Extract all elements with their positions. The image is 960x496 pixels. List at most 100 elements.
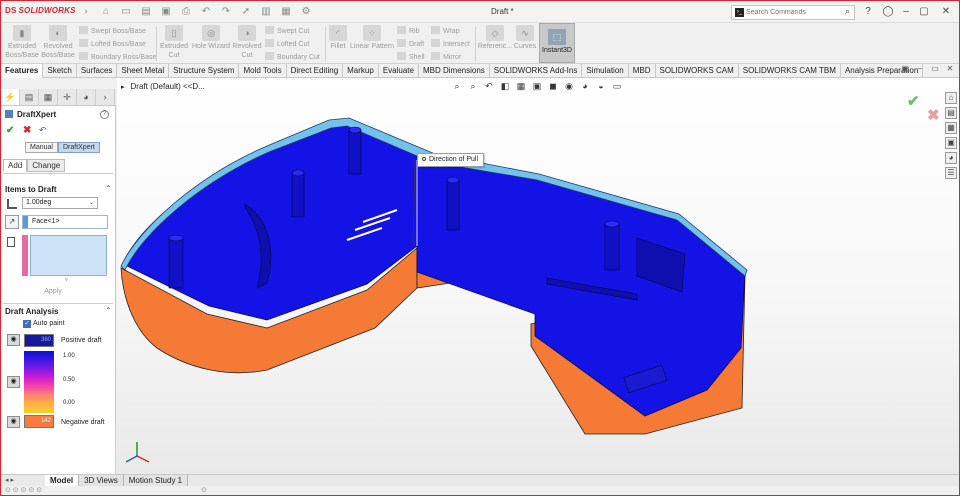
extruded-boss-button[interactable]: ▮ Extruded Boss/Base bbox=[5, 25, 39, 60]
tab-motion-study-1[interactable]: Motion Study 1 bbox=[123, 475, 189, 486]
minimize-icon[interactable]: – bbox=[899, 5, 913, 19]
view-palette-icon[interactable]: ▣ bbox=[945, 137, 957, 149]
options-gear-icon[interactable]: ⚙ bbox=[299, 5, 313, 18]
direction-of-pull-icon[interactable]: ↗ bbox=[5, 215, 19, 229]
display-style-icon[interactable]: ◼ bbox=[547, 81, 559, 92]
tab-structure-system[interactable]: Structure System bbox=[169, 64, 240, 78]
direction-of-pull-callout[interactable]: Direction of Pull bbox=[417, 153, 485, 167]
boundary-cut-button[interactable]: Boundary Cut bbox=[265, 52, 320, 61]
boundary-boss-button[interactable]: Boundary Boss/Base bbox=[79, 52, 156, 61]
feature-manager-tab-icon[interactable]: ⚡ bbox=[1, 89, 20, 105]
curves-button[interactable]: ∿ Curves bbox=[513, 25, 537, 51]
save-icon[interactable]: ▣ bbox=[159, 5, 173, 18]
positive-draft-eye-icon[interactable]: ◉ bbox=[7, 334, 20, 346]
search-input[interactable] bbox=[746, 7, 838, 18]
hide-show-items-icon[interactable]: ◉ bbox=[563, 81, 575, 92]
view-orientation-icon[interactable]: ▣ bbox=[531, 81, 543, 92]
intersect-button[interactable]: Intersect bbox=[431, 39, 470, 48]
tab-manual[interactable]: Manual bbox=[25, 142, 58, 153]
collapse-analysis-icon[interactable]: ⌃ bbox=[105, 306, 112, 315]
shell-button[interactable]: Shell bbox=[397, 52, 425, 61]
expand-tree-icon[interactable]: ▸ bbox=[121, 84, 125, 91]
display-manager-tab-icon[interactable]: ◕ bbox=[77, 89, 96, 105]
tab-3d-views[interactable]: 3D Views bbox=[79, 475, 124, 486]
help-icon[interactable]: ? bbox=[861, 5, 875, 19]
requires-draft-eye-icon[interactable]: ◉ bbox=[7, 376, 20, 388]
expand-arrow-icon[interactable]: › bbox=[79, 5, 93, 18]
draft-angle-select[interactable]: 1.00deg ⌄ bbox=[22, 197, 98, 209]
swept-boss-button[interactable]: Swept Boss/Base bbox=[79, 26, 146, 35]
tab-evaluate[interactable]: Evaluate bbox=[379, 64, 419, 78]
close-icon[interactable]: ✕ bbox=[939, 5, 953, 19]
draft-analysis-model[interactable] bbox=[117, 78, 959, 474]
tab-markup[interactable]: Markup bbox=[343, 64, 379, 78]
zoom-to-fit-icon[interactable]: ⌕ bbox=[451, 81, 463, 92]
wrap-button[interactable]: Wrap bbox=[431, 26, 460, 35]
new-document-icon[interactable]: ▭ bbox=[119, 5, 133, 18]
feature-tree-breadcrumb[interactable]: ▸ Draft (Default) <<D... bbox=[121, 82, 205, 91]
configuration-manager-tab-icon[interactable]: ▦ bbox=[39, 89, 58, 105]
dimxpert-manager-tab-icon[interactable]: ✛ bbox=[58, 89, 77, 105]
help-icon[interactable]: ? bbox=[100, 110, 109, 119]
swept-cut-button[interactable]: Swept Cut bbox=[265, 26, 309, 35]
graphics-viewport[interactable]: ▸ Draft (Default) <<D... ⌕ ⌕ ↶ ◧ ▦ ▣ ◼ ◉ … bbox=[117, 78, 959, 474]
auto-paint-checkbox[interactable]: ✓ bbox=[23, 320, 31, 328]
tab-sheet-metal[interactable]: Sheet Metal bbox=[117, 64, 170, 78]
file-properties-icon[interactable]: ▦ bbox=[279, 5, 293, 18]
tab-solidworks-cam[interactable]: SOLIDWORKS CAM bbox=[656, 64, 739, 78]
reference-geometry-button[interactable]: ◇ Referenc... bbox=[477, 25, 513, 51]
ok-checkmark-icon[interactable]: ✔ bbox=[6, 125, 14, 136]
negative-draft-swatch[interactable]: 142 bbox=[24, 415, 54, 428]
tab-draftxpert[interactable]: DraftXpert bbox=[57, 142, 100, 153]
instant3d-button[interactable]: ⬚ Instant3D bbox=[539, 23, 575, 63]
collapse-items-icon[interactable]: ⌃ bbox=[105, 184, 112, 193]
cancel-x-icon[interactable]: ✖ bbox=[23, 125, 31, 136]
negative-draft-eye-icon[interactable]: ◉ bbox=[7, 416, 20, 428]
revolved-cut-button[interactable]: ◑ Revolved Cut bbox=[231, 25, 263, 60]
tab-sketch[interactable]: Sketch bbox=[43, 64, 77, 78]
draft-button[interactable]: Draft bbox=[397, 39, 424, 48]
fillet-button[interactable]: ◜ Fillet bbox=[327, 25, 349, 51]
confirm-corner-ok-icon[interactable]: ✔ bbox=[907, 92, 920, 110]
tab-solidworks-add-ins[interactable]: SOLIDWORKS Add-Ins bbox=[490, 64, 583, 78]
positive-draft-swatch[interactable]: 380 bbox=[24, 334, 54, 347]
tab-change[interactable]: Change bbox=[27, 159, 66, 172]
home-icon[interactable]: ⌂ bbox=[99, 5, 113, 18]
neutral-plane-selection[interactable]: Face<1> bbox=[22, 215, 108, 229]
lofted-boss-button[interactable]: Lofted Boss/Base bbox=[79, 39, 146, 48]
tab-mbd-dimensions[interactable]: MBD Dimensions bbox=[419, 64, 490, 78]
file-explorer-icon[interactable]: ▦ bbox=[945, 122, 957, 134]
appearances-icon[interactable]: ◕ bbox=[945, 152, 957, 164]
property-manager-tab-icon[interactable]: ▤ bbox=[20, 89, 39, 105]
zoom-to-area-icon[interactable]: ⌕ bbox=[467, 81, 479, 92]
tab-mold-tools[interactable]: Mold Tools bbox=[239, 64, 287, 78]
design-library-icon[interactable]: ▤ bbox=[945, 107, 957, 119]
previous-view-icon[interactable]: ↶ bbox=[483, 81, 495, 92]
more-tabs-icon[interactable]: › bbox=[96, 89, 115, 105]
custom-properties-icon[interactable]: ☰ bbox=[945, 167, 957, 179]
doc-minimize-icon[interactable]: – bbox=[915, 64, 925, 74]
open-folder-icon[interactable]: ▤ bbox=[139, 5, 153, 18]
dynamic-annotation-icon[interactable]: ▦ bbox=[515, 81, 527, 92]
tab-model[interactable]: Model bbox=[45, 475, 80, 486]
apply-button[interactable]: Apply bbox=[30, 286, 76, 297]
restore-icon[interactable]: ▢ bbox=[917, 5, 931, 19]
tab-scroll-arrows-icon[interactable]: ◂▸ bbox=[5, 476, 16, 484]
list-resize-grip-icon[interactable]: ▿ bbox=[65, 276, 68, 283]
hole-wizard-button[interactable]: ◎ Hole Wizard bbox=[191, 25, 231, 51]
view-settings-icon[interactable]: ▭ bbox=[611, 81, 623, 92]
section-view-icon[interactable]: ◧ bbox=[499, 81, 511, 92]
faces-to-draft-list[interactable] bbox=[30, 235, 107, 276]
user-account-icon[interactable]: ◯ bbox=[881, 5, 895, 19]
doc-close-icon[interactable]: ✕ bbox=[945, 64, 955, 74]
extruded-cut-button[interactable]: ▯ Extruded Cut bbox=[159, 25, 189, 60]
confirm-corner-cancel-icon[interactable]: ✖ bbox=[927, 106, 940, 124]
doc-restore-icon[interactable]: ▭ bbox=[930, 64, 940, 74]
edit-appearance-icon[interactable]: ◕ bbox=[579, 81, 591, 92]
home-icon[interactable]: ⌂ bbox=[945, 92, 957, 104]
tab-surfaces[interactable]: Surfaces bbox=[77, 64, 118, 78]
tab-simulation[interactable]: Simulation bbox=[582, 64, 629, 78]
print-icon[interactable]: ⎙ bbox=[179, 5, 193, 18]
redo-icon[interactable]: ↷ bbox=[219, 5, 233, 18]
mirror-button[interactable]: Mirror bbox=[431, 52, 461, 61]
